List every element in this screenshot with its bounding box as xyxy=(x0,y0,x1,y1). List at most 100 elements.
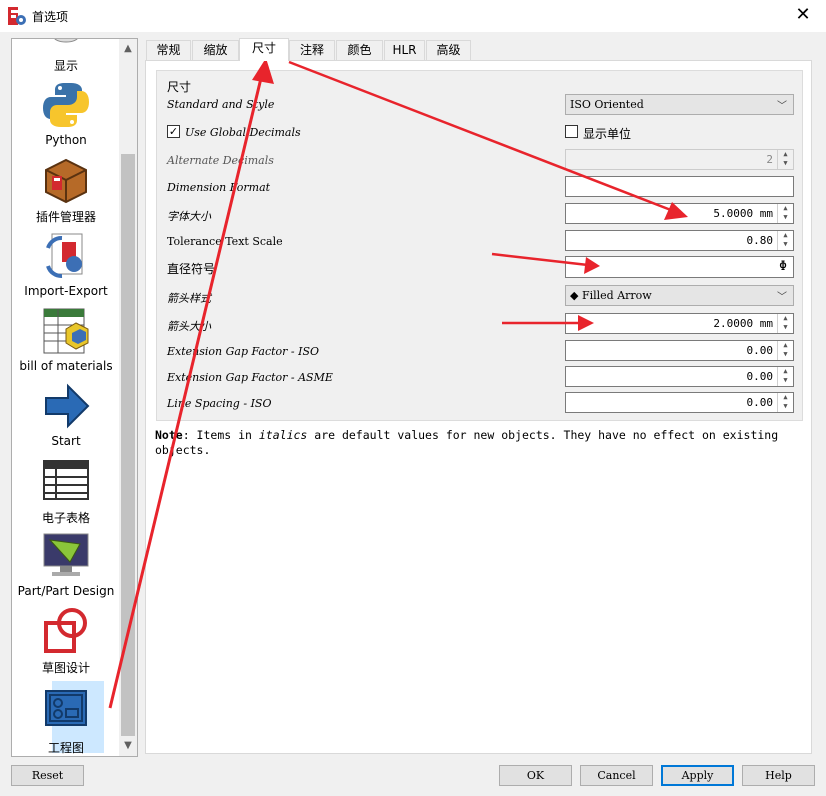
preferences-sidebar: 显示 Python 插件管理器 Import-Export bill of ma… xyxy=(11,38,138,757)
note-bold: Note xyxy=(155,428,183,442)
standard-style-label: Standard and Style xyxy=(167,98,275,111)
spin-buttons[interactable]: ▲ ▼ xyxy=(777,367,793,386)
sidebar-item-label: Python xyxy=(45,133,87,147)
python-icon xyxy=(43,83,89,127)
sidebar-item-label: 插件管理器 xyxy=(35,210,96,224)
cancel-button[interactable]: Cancel xyxy=(580,765,653,786)
sidebar-item-display[interactable]: 显示 xyxy=(12,39,120,74)
tolerance-text-scale-label: Tolerance Text Scale xyxy=(167,235,283,248)
sidebar-item-start[interactable]: Start xyxy=(12,382,120,448)
arrow-size-spinbox[interactable]: 2.0000 mm ▲ ▼ xyxy=(565,313,794,334)
sidebar-item-techdraw[interactable]: 工程图 xyxy=(12,681,120,756)
sidebar-item-label: Part/Part Design xyxy=(17,584,115,598)
sidebar-item-spreadsheet[interactable]: 电子表格 xyxy=(12,457,120,526)
standard-style-combo[interactable]: ISO Oriented ﹀ xyxy=(565,94,794,115)
alternate-decimals-label: Alternate Decimals xyxy=(167,154,274,167)
line-spacing-iso-label: Line Spacing - ISO xyxy=(167,397,272,410)
reset-button[interactable]: Reset xyxy=(11,765,84,786)
line-spacing-iso-spinbox[interactable]: 0.00 ▲ ▼ xyxy=(565,392,794,413)
import-export-icon xyxy=(46,233,83,278)
tab-dimensions[interactable]: 尺寸 xyxy=(239,38,289,61)
tab-panel: 尺寸 Standard and Style ISO Oriented ﹀ ✓ U… xyxy=(145,60,812,754)
spreadsheet-icon xyxy=(43,460,89,500)
spin-buttons[interactable]: ▲ ▼ xyxy=(777,341,793,360)
field-value: 2 xyxy=(766,153,773,166)
field-value: 2.0000 mm xyxy=(713,317,773,330)
close-button[interactable]: ✕ xyxy=(780,0,826,30)
tab-colors[interactable]: 颜色 xyxy=(336,40,383,60)
sidebar-item-addon-manager[interactable]: 插件管理器 xyxy=(12,156,120,225)
tolerance-text-scale-spinbox[interactable]: 0.80 ▲ ▼ xyxy=(565,230,794,251)
spin-buttons[interactable]: ▲ ▼ xyxy=(777,393,793,412)
extension-gap-asme-label: Extension Gap Factor - ASME xyxy=(167,371,333,384)
sidebar-item-label: 显示 xyxy=(53,59,78,73)
dimension-format-input[interactable] xyxy=(565,176,794,197)
freecad-logo-icon xyxy=(8,7,26,25)
tab-advanced[interactable]: 高级 xyxy=(426,40,471,60)
sidebar-scrollbar[interactable]: ▲ ▼ xyxy=(119,39,137,756)
group-title: 尺寸 xyxy=(167,80,192,94)
sidebar-item-import-export[interactable]: Import-Export xyxy=(12,232,120,298)
sidebar-item-part-design[interactable]: Part/Part Design xyxy=(12,532,120,598)
scroll-thumb[interactable] xyxy=(121,154,135,736)
scroll-down-icon[interactable]: ▼ xyxy=(119,738,137,754)
sidebar-item-label: Import-Export xyxy=(24,284,108,298)
font-size-label: 字体大小 xyxy=(167,210,211,223)
sidebar-item-label: 工程图 xyxy=(47,741,84,755)
bill-of-materials-icon xyxy=(43,308,89,354)
show-units-checkbox[interactable] xyxy=(565,125,578,138)
combo-value: ISO Oriented xyxy=(570,98,644,111)
dimension-format-label: Dimension Format xyxy=(167,181,271,194)
field-value: 5.0000 mm xyxy=(713,207,773,220)
arrow-style-combo[interactable]: ◆ Filled Arrow ﹀ xyxy=(565,285,794,306)
title-bar: 首选项 ✕ xyxy=(0,0,826,32)
sidebar-item-label: Start xyxy=(51,434,81,448)
sidebar-item-label: 电子表格 xyxy=(41,511,90,525)
sidebar-item-sketcher[interactable]: 草图设计 xyxy=(12,607,120,676)
extension-gap-asme-spinbox[interactable]: 0.00 ▲ ▼ xyxy=(565,366,794,387)
diameter-symbol-label: 直径符号 xyxy=(167,262,216,276)
help-button[interactable]: Help xyxy=(742,765,815,786)
tab-annotation[interactable]: 注释 xyxy=(289,40,335,60)
spin-buttons: ▲ ▼ xyxy=(777,150,793,169)
arrow-style-label: 箭头样式 xyxy=(167,292,211,305)
filled-arrow-icon: ◆ xyxy=(570,289,579,302)
spin-buttons[interactable]: ▲ ▼ xyxy=(777,231,793,250)
combo-text: Filled Arrow xyxy=(581,289,652,302)
chevron-down-icon: ﹀ xyxy=(777,292,787,303)
tab-general[interactable]: 常规 xyxy=(146,40,191,60)
sidebar-item-python[interactable]: Python xyxy=(12,81,120,147)
note-text: Note: Items in italics are default value… xyxy=(155,428,805,458)
part-design-icon xyxy=(43,533,89,576)
field-value: 0.00 xyxy=(746,344,774,357)
sidebar-item-bill-of-materials[interactable]: bill of materials xyxy=(12,307,120,373)
field-value: Φ xyxy=(779,259,787,274)
tab-hlr[interactable]: HLR xyxy=(384,40,425,60)
dimensions-group: 尺寸 Standard and Style ISO Oriented ﹀ ✓ U… xyxy=(156,70,803,421)
sidebar-item-label: bill of materials xyxy=(19,359,113,373)
note-part: : Items in xyxy=(182,428,259,442)
spin-buttons[interactable]: ▲ ▼ xyxy=(777,204,793,223)
font-size-spinbox[interactable]: 5.0000 mm ▲ ▼ xyxy=(565,203,794,224)
display-icon xyxy=(54,39,78,43)
sidebar-item-label: 草图设计 xyxy=(41,661,90,675)
use-global-decimals-checkbox[interactable]: ✓ xyxy=(167,125,180,138)
sketcher-icon xyxy=(44,608,87,653)
note-italic: italics xyxy=(258,428,308,442)
extension-gap-iso-spinbox[interactable]: 0.00 ▲ ▼ xyxy=(565,340,794,361)
extension-gap-iso-label: Extension Gap Factor - ISO xyxy=(167,345,320,358)
spin-buttons[interactable]: ▲ ▼ xyxy=(777,314,793,333)
window-title: 首选项 xyxy=(32,10,69,24)
arrow-size-label: 箭头大小 xyxy=(167,320,211,333)
addon-manager-icon xyxy=(45,158,87,204)
use-global-decimals-label: Use Global Decimals xyxy=(185,126,301,139)
tab-scale[interactable]: 缩放 xyxy=(192,40,239,60)
combo-value: ◆ Filled Arrow xyxy=(570,289,652,302)
show-units-label: 显示单位 xyxy=(583,127,632,141)
field-value: 0.00 xyxy=(746,396,774,409)
alternate-decimals-spinbox: 2 ▲ ▼ xyxy=(565,149,794,170)
ok-button[interactable]: OK xyxy=(499,765,572,786)
apply-button[interactable]: Apply xyxy=(661,765,734,786)
scroll-up-icon[interactable]: ▲ xyxy=(119,41,137,57)
diameter-symbol-input[interactable]: Φ xyxy=(565,256,794,278)
